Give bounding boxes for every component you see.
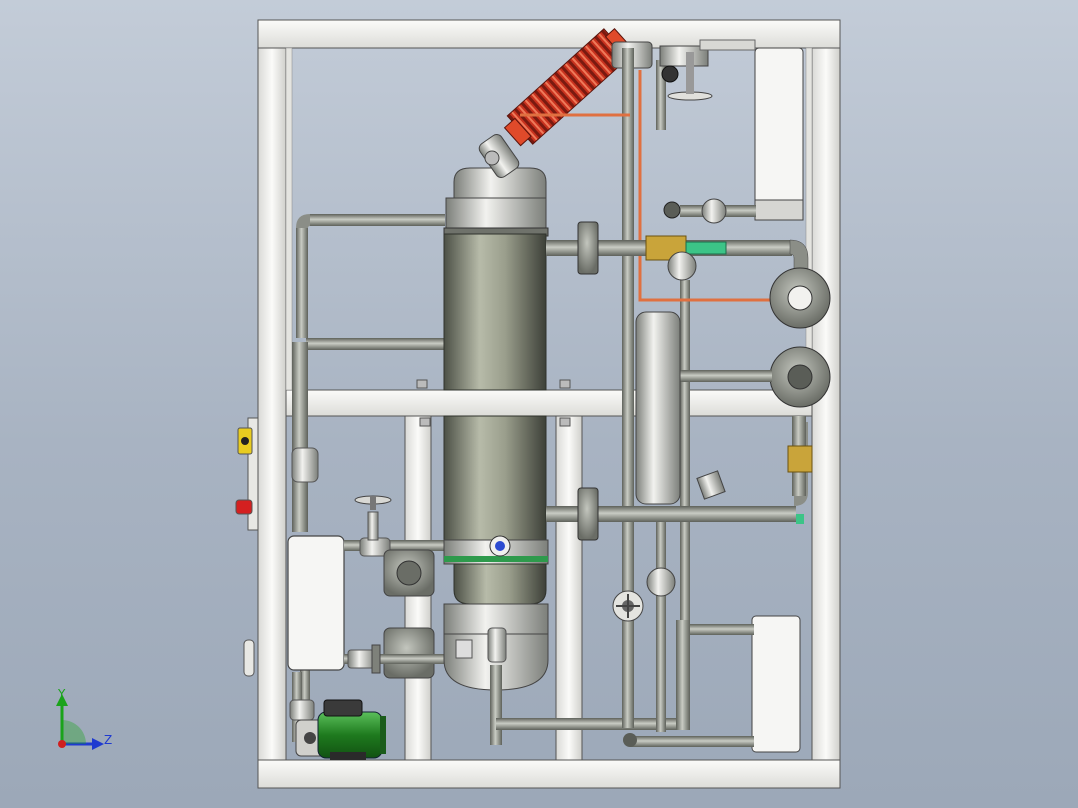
cad-viewport[interactable]: Y Z	[0, 0, 1078, 808]
control-panel	[235, 417, 259, 677]
plate-heat-exchanger-top	[754, 47, 804, 221]
z-axis-label: Z	[104, 733, 112, 747]
triad-icon: Y Z	[56, 687, 112, 750]
emergency-stop-icon	[235, 499, 253, 515]
flange	[383, 627, 435, 679]
receiver-tank	[635, 311, 681, 505]
left-piping	[287, 214, 464, 742]
plate-heat-exchanger-bottom	[751, 615, 801, 753]
plate-heat-exchanger-left	[287, 535, 345, 671]
handwheel-icon	[243, 639, 255, 677]
equipment-drawing: Y Z	[56, 19, 841, 789]
y-axis-label: Y	[57, 687, 66, 701]
